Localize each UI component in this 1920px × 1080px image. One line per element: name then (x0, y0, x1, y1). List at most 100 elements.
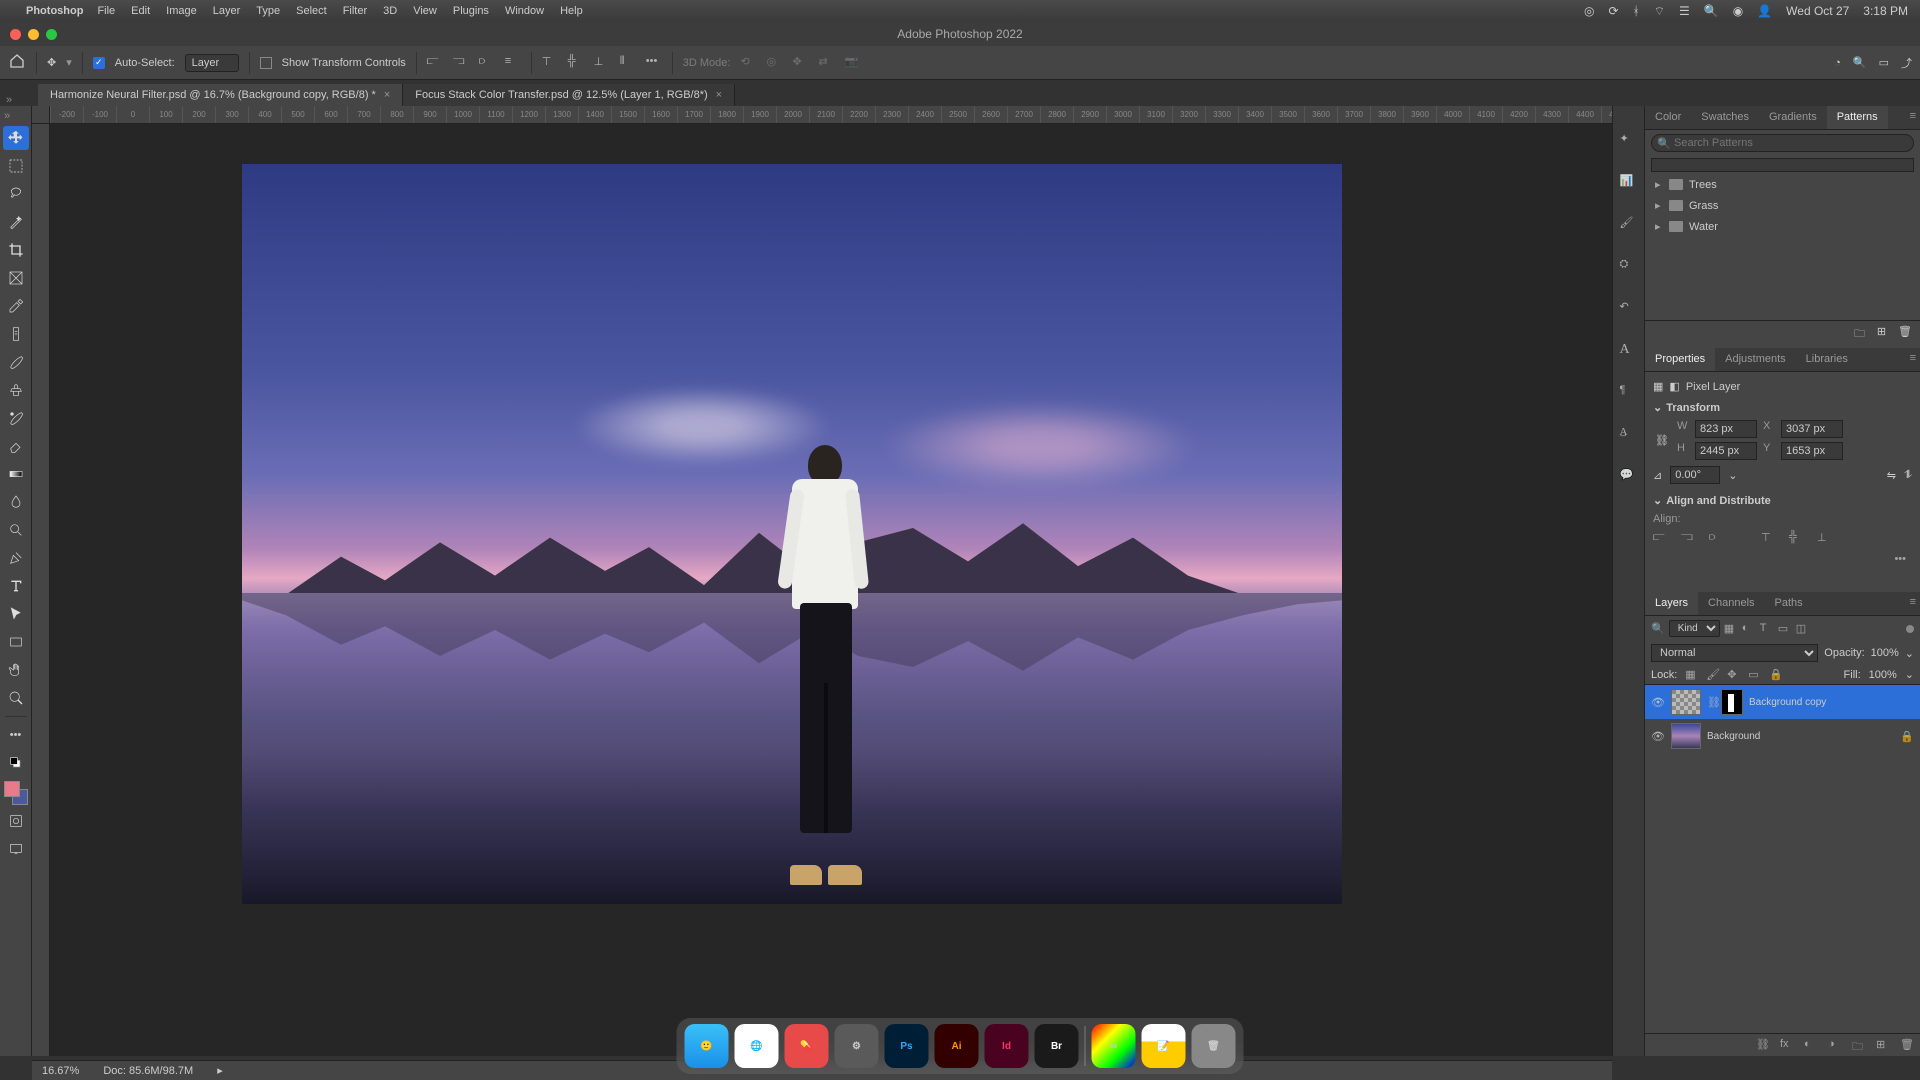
window-zoom-button[interactable] (46, 29, 57, 40)
tab-paths[interactable]: Paths (1765, 592, 1813, 615)
layer-name[interactable]: Background (1707, 731, 1760, 742)
tab-adjustments[interactable]: Adjustments (1715, 348, 1796, 371)
frame-tool[interactable] (3, 266, 29, 290)
menu-window[interactable]: Window (505, 5, 544, 17)
visibility-icon[interactable]: 👁 (1651, 696, 1665, 709)
cc-status-icon[interactable]: ◎ (1584, 4, 1594, 18)
lock-artboard-icon[interactable]: ▭ (1748, 668, 1761, 681)
layer-mask-icon[interactable]: ◐ (1804, 1038, 1818, 1052)
height-input[interactable] (1695, 442, 1757, 460)
menu-layer[interactable]: Layer (213, 5, 241, 17)
mask-link-icon[interactable]: ⛓ (1707, 696, 1715, 709)
auto-select-checkbox[interactable] (93, 57, 105, 69)
horizontal-ruler[interactable]: -200-10001002003004005006007008009001000… (50, 106, 1612, 124)
dock-app-bridge[interactable]: Br (1035, 1024, 1079, 1068)
document-canvas[interactable] (242, 164, 1342, 904)
canvas-area[interactable]: -200-10001002003004005006007008009001000… (32, 106, 1612, 1056)
spotlight-icon[interactable]: 🔍 (1704, 4, 1719, 18)
hand-tool[interactable] (3, 658, 29, 682)
status-chevron-icon[interactable]: ▸ (217, 1064, 223, 1077)
ruler-origin[interactable] (32, 106, 50, 124)
align-left-edges-icon[interactable]: ⫍ (1653, 531, 1669, 547)
character-panel-icon[interactable]: A (1620, 342, 1638, 360)
menu-view[interactable]: View (413, 5, 437, 17)
filter-smart-icon[interactable]: ◫ (1796, 622, 1810, 636)
pattern-folder-water[interactable]: ▸ Water (1645, 216, 1920, 237)
layer-row-selected[interactable]: 👁 ⛓ Background copy (1645, 685, 1920, 719)
layer-thumbnail[interactable] (1671, 723, 1701, 749)
path-selection-tool[interactable] (3, 602, 29, 626)
dodge-tool[interactable] (3, 518, 29, 542)
panel-menu-icon[interactable]: ≡ (1910, 596, 1916, 608)
tool-preset-dropdown[interactable]: ▾ (66, 56, 72, 69)
type-tool[interactable] (3, 574, 29, 598)
link-layers-icon[interactable]: ⛓ (1756, 1038, 1770, 1052)
pen-tool[interactable] (3, 546, 29, 570)
align-bottom-edges-icon[interactable]: ⊥ (1817, 531, 1833, 547)
clone-stamp-tool[interactable] (3, 378, 29, 402)
new-group-icon[interactable]: 🗀 (1854, 325, 1865, 344)
menubar-date[interactable]: Wed Oct 27 (1786, 4, 1849, 18)
tab-patterns[interactable]: Patterns (1827, 106, 1888, 129)
menu-type[interactable]: Type (256, 5, 280, 17)
link-wh-icon[interactable]: ⛓ (1653, 426, 1671, 455)
vertical-ruler[interactable] (32, 124, 50, 1056)
tab-gradients[interactable]: Gradients (1759, 106, 1827, 129)
window-close-button[interactable] (10, 29, 21, 40)
angle-input[interactable] (1670, 466, 1720, 484)
x-input[interactable] (1781, 420, 1843, 438)
menu-image[interactable]: Image (166, 5, 197, 17)
tab-libraries[interactable]: Libraries (1796, 348, 1858, 371)
align-center-h-icon[interactable]: ⫎ (453, 55, 469, 71)
menu-plugins[interactable]: Plugins (453, 5, 489, 17)
pattern-search-input[interactable] (1651, 134, 1914, 152)
eyedropper-tool[interactable] (3, 294, 29, 318)
brush-settings-icon[interactable]: ⛭ (1620, 258, 1638, 276)
auto-select-dropdown[interactable]: Layer (185, 54, 239, 72)
control-center-icon[interactable]: ☰ (1679, 4, 1690, 18)
align-left-icon[interactable]: ⫍ (427, 55, 443, 71)
blend-mode-dropdown[interactable]: Normal (1651, 644, 1818, 662)
opacity-dropdown-icon[interactable]: ⌄ (1905, 647, 1914, 660)
sync-icon[interactable]: ⟳ (1608, 4, 1618, 18)
edit-toolbar-button[interactable]: ••• (3, 723, 29, 747)
blur-tool[interactable] (3, 490, 29, 514)
layer-mask-thumbnail[interactable] (1721, 689, 1743, 715)
close-icon[interactable]: × (384, 89, 390, 101)
dock-app-settings[interactable]: ⚙ (835, 1024, 879, 1068)
magic-wand-tool[interactable] (3, 210, 29, 234)
menu-3d[interactable]: 3D (383, 5, 397, 17)
filter-adjustment-icon[interactable]: ◐ (1742, 622, 1756, 636)
menu-edit[interactable]: Edit (131, 5, 150, 17)
more-options-icon[interactable]: ••• (1653, 547, 1912, 571)
dock-app-illustrator[interactable]: Ai (935, 1024, 979, 1068)
crop-tool[interactable] (3, 238, 29, 262)
more-align-icon[interactable]: ••• (646, 55, 662, 71)
align-horizontal-centers-icon[interactable]: ⫎ (1681, 531, 1697, 547)
paragraph-panel-icon[interactable]: ¶ (1620, 384, 1638, 402)
align-middle-icon[interactable]: ╬ (568, 55, 584, 71)
flip-horizontal-icon[interactable]: ⇋ (1887, 469, 1896, 482)
panel-menu-icon[interactable]: ≡ (1910, 110, 1916, 122)
opacity-value[interactable]: 100% (1871, 647, 1899, 659)
align-right-edges-icon[interactable]: ⫐ (1709, 531, 1725, 547)
filter-type-icon[interactable]: T (1760, 622, 1774, 636)
histogram-panel-icon[interactable]: 📊 (1620, 174, 1638, 192)
align-bottom-icon[interactable]: ⊥ (594, 55, 610, 71)
lasso-tool[interactable] (3, 182, 29, 206)
doc-info[interactable]: Doc: 85.6M/98.7M (103, 1065, 193, 1077)
filter-pixel-icon[interactable]: ▦ (1724, 622, 1738, 636)
brushes-panel-icon[interactable]: 🖌 (1620, 216, 1638, 234)
lock-transparency-icon[interactable]: ▦ (1685, 668, 1698, 681)
align-vertical-centers-icon[interactable]: ╬ (1789, 531, 1805, 547)
adjustment-layer-icon[interactable]: ◑ (1828, 1038, 1842, 1052)
align-top-icon[interactable]: ⊤ (542, 55, 558, 71)
menu-help[interactable]: Help (560, 5, 583, 17)
healing-brush-tool[interactable] (3, 322, 29, 346)
delete-layer-icon[interactable]: 🗑 (1900, 1038, 1914, 1052)
menu-file[interactable]: File (97, 5, 115, 17)
pattern-folder-trees[interactable]: ▸ Trees (1645, 174, 1920, 195)
window-minimize-button[interactable] (28, 29, 39, 40)
menu-filter[interactable]: Filter (343, 5, 367, 17)
lock-pixels-icon[interactable]: 🖌 (1706, 668, 1719, 681)
